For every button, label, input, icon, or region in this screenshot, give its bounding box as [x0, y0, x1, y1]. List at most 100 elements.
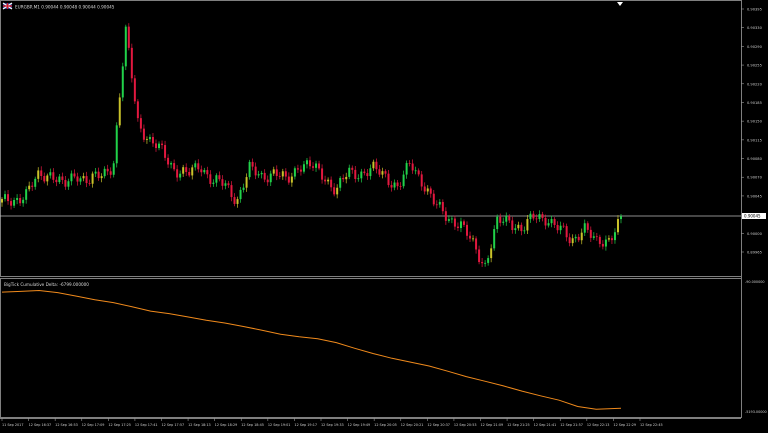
candle-body	[85, 176, 88, 184]
candle-body	[381, 171, 384, 175]
candle-body	[179, 173, 182, 178]
candle-body	[408, 163, 411, 164]
candle-body	[176, 169, 179, 178]
candle-body	[302, 164, 305, 172]
price-axis-tick: 0.90395	[747, 8, 762, 12]
candle-body	[191, 167, 194, 176]
time-axis-tick: 12 Sep 18:13	[188, 423, 211, 427]
candle-body	[351, 167, 354, 170]
candle-body	[396, 182, 399, 187]
candle-body	[336, 187, 339, 195]
candle-body	[94, 171, 97, 174]
candle-body	[423, 186, 426, 192]
candle-body	[43, 176, 46, 182]
price-series	[1, 23, 622, 268]
candle-body	[378, 169, 381, 175]
candle-body	[145, 139, 148, 140]
candle-body	[559, 225, 562, 231]
candle-body	[34, 178, 37, 187]
time-axis-tick: 12 Sep 17:41	[135, 423, 158, 427]
price-axis-tick: 0.90150	[747, 120, 763, 124]
candle-body	[91, 173, 94, 184]
indicator-label: BigTick Cumulative Delta: -6799.000000	[4, 282, 89, 287]
candle-body	[121, 66, 124, 98]
candle-body	[532, 213, 535, 219]
candle-body	[481, 262, 484, 264]
candle-body	[16, 197, 19, 200]
candle-body	[100, 176, 103, 179]
candle-body	[13, 199, 16, 206]
candle-body	[354, 169, 357, 179]
candle-body	[109, 171, 112, 175]
candle-body	[514, 228, 517, 231]
candle-body	[580, 232, 583, 241]
candle-body	[245, 177, 248, 188]
candle-body	[293, 168, 296, 177]
candle-body	[46, 175, 49, 182]
candle-body	[118, 97, 121, 126]
indicator-pane-frame	[0, 278, 742, 418]
candle-body	[188, 171, 191, 176]
candle-body	[547, 223, 550, 226]
time-axis-tick: 11 Sep 2017	[2, 423, 24, 427]
candle-body	[318, 163, 321, 169]
price-axis-tick: 0.89965	[747, 251, 762, 255]
candle-body	[139, 118, 142, 129]
candle-body	[164, 145, 167, 158]
candle-body	[236, 199, 239, 204]
time-axis-tick: 12 Sep 20:21	[401, 423, 424, 427]
candle-body	[127, 26, 130, 48]
chart-shift-marker-icon[interactable]	[617, 2, 623, 6]
candle-body	[254, 166, 257, 176]
candle-body	[173, 163, 176, 170]
candle-body	[266, 179, 269, 183]
delta-line	[1, 289, 622, 410]
candle-body	[541, 214, 544, 218]
time-axis-tick: 12 Sep 21:25	[507, 423, 530, 427]
candle-body	[278, 175, 281, 177]
candle-body	[469, 235, 472, 239]
candle-body	[88, 183, 91, 184]
chart-canvas[interactable]: EURGBP,M1 0.90044 0.90048 0.90044 0.9004…	[0, 0, 768, 433]
candle-body	[284, 171, 287, 177]
candle-body	[22, 199, 25, 204]
candle-body	[103, 168, 106, 177]
candle-body	[19, 197, 22, 204]
candle-body	[327, 179, 330, 182]
candle-body	[411, 163, 414, 171]
candle-body	[218, 175, 221, 180]
candle-body	[70, 173, 73, 182]
price-axis-tick: 0.90045	[747, 194, 762, 198]
candle-body	[136, 101, 139, 119]
candle-body	[161, 143, 164, 146]
candle-body	[239, 189, 242, 200]
time-axis-tick: 12 Sep 22:13	[587, 423, 610, 427]
candle-body	[324, 179, 327, 182]
candle-body	[574, 236, 577, 239]
candle-body	[466, 224, 469, 236]
candle-body	[281, 171, 284, 177]
candle-body	[369, 168, 372, 177]
time-axis-tick: 12 Sep 21:41	[534, 423, 557, 427]
candle-body	[544, 217, 547, 226]
price-pane-frame	[0, 0, 742, 277]
candle-body	[399, 186, 402, 187]
candle-body	[529, 213, 532, 220]
candle-body	[257, 174, 260, 176]
candle-body	[308, 160, 311, 167]
candle-body	[414, 170, 417, 172]
candle-body	[610, 238, 613, 241]
candle-body	[438, 201, 441, 205]
candle-body	[330, 179, 333, 188]
candle-body	[4, 194, 7, 199]
candle-body	[348, 167, 351, 177]
delta-axis: -90.000000 -5193.00000	[745, 280, 767, 414]
candle-body	[393, 182, 396, 188]
candle-body	[387, 173, 390, 186]
candle-body	[372, 161, 375, 169]
candle-body	[321, 168, 324, 180]
time-axis-tick: 12 Sep 19:01	[268, 423, 291, 427]
candle-body	[230, 185, 233, 198]
candle-body	[490, 248, 493, 259]
candle-body	[595, 236, 598, 238]
